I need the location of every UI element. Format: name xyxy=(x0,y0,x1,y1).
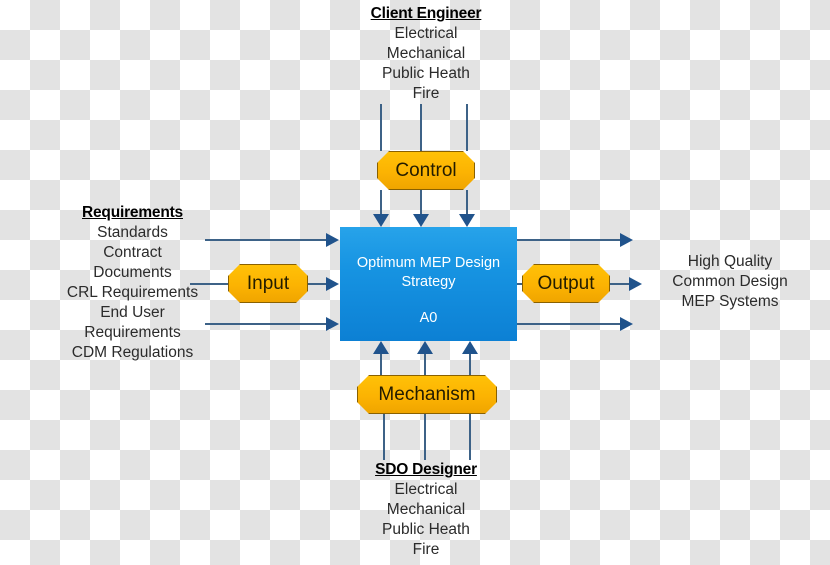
left-inputs-item-1: Contract xyxy=(103,244,162,261)
left-inputs-heading: Requirements xyxy=(82,204,183,221)
activity-code: A0 xyxy=(419,310,438,326)
input-arrow-head-top xyxy=(326,233,339,247)
mechanism-arrow-line-3 xyxy=(469,352,471,375)
callout-control-label: Control xyxy=(395,159,457,181)
mechanism-feed-line-1 xyxy=(383,414,385,460)
top-actor-text: Client Engineer Electrical Mechanical Pu… xyxy=(326,4,526,104)
callout-input[interactable]: Input xyxy=(228,264,308,303)
output-arrow-head-bottom xyxy=(620,317,633,331)
control-arrow-head-3 xyxy=(459,214,475,227)
control-feed-line-1 xyxy=(380,104,382,151)
output-arrow-line-top xyxy=(517,239,621,241)
left-inputs-item-6: CDM Regulations xyxy=(71,344,194,361)
left-inputs-item-2: Documents xyxy=(93,264,172,281)
output-arrow-head-top xyxy=(620,233,633,247)
top-actor-heading: Client Engineer xyxy=(370,5,482,22)
left-inputs-item-3: CRL Requirements xyxy=(66,284,199,301)
mechanism-arrow-line-1 xyxy=(380,352,382,375)
callout-mechanism-label: Mechanism xyxy=(378,383,476,405)
bottom-actor-text: SDO Designer Electrical Mechanical Publi… xyxy=(326,460,526,560)
control-arrow-head-2 xyxy=(413,214,429,227)
control-arrow-head-1 xyxy=(373,214,389,227)
right-outputs-text: High Quality Common Design MEP Systems xyxy=(640,252,820,312)
mechanism-arrow-head-2 xyxy=(417,341,433,354)
control-arrow-line-2 xyxy=(420,190,422,216)
input-arrow-line-middle xyxy=(307,283,327,285)
left-inputs-item-5: Requirements xyxy=(84,324,181,341)
left-inputs-item-0: Standards xyxy=(97,224,168,241)
left-inputs-text: Requirements Standards Contract Document… xyxy=(40,203,225,363)
right-outputs-item-0: High Quality xyxy=(687,253,773,270)
control-feed-line-2 xyxy=(420,104,422,151)
mechanism-arrow-line-2 xyxy=(424,352,426,375)
callout-output[interactable]: Output xyxy=(522,264,610,303)
bottom-actor-item-0: Electrical xyxy=(394,481,458,498)
top-actor-item-3: Fire xyxy=(412,85,440,102)
input-arrow-head-bottom xyxy=(326,317,339,331)
callout-input-label: Input xyxy=(246,272,290,294)
top-actor-item-2: Public Heath xyxy=(382,65,470,82)
callout-control[interactable]: Control xyxy=(377,151,475,190)
control-arrow-line-1 xyxy=(380,190,382,216)
right-outputs-item-2: MEP Systems xyxy=(681,293,779,310)
mechanism-feed-line-3 xyxy=(469,414,471,460)
activity-box-a0[interactable]: Optimum MEP Design Strategy A0 xyxy=(340,227,517,341)
control-feed-line-3 xyxy=(466,104,468,151)
bottom-actor-heading: SDO Designer xyxy=(375,461,477,478)
callout-output-label: Output xyxy=(537,272,595,294)
bottom-actor-item-3: Fire xyxy=(412,541,440,558)
callout-mechanism[interactable]: Mechanism xyxy=(357,375,497,414)
bottom-actor-item-2: Public Heath xyxy=(382,521,470,538)
mechanism-feed-line-2 xyxy=(424,414,426,460)
bottom-actor-item-1: Mechanical xyxy=(386,501,466,518)
activity-title-line-2: Strategy xyxy=(401,274,456,290)
output-arrow-line-middle xyxy=(608,283,630,285)
left-inputs-item-4: End User xyxy=(100,304,165,321)
input-arrow-head-middle xyxy=(326,277,339,291)
right-outputs-item-1: Common Design xyxy=(672,273,788,290)
activity-title-line-1: Optimum MEP Design xyxy=(356,255,501,271)
control-arrow-line-3 xyxy=(466,190,468,216)
mechanism-arrow-head-1 xyxy=(373,341,389,354)
diagram-canvas: Optimum MEP Design Strategy A0 Control M… xyxy=(0,0,830,565)
mechanism-arrow-head-3 xyxy=(462,341,478,354)
activity-title: Optimum MEP Design Strategy xyxy=(348,254,509,292)
top-actor-item-1: Mechanical xyxy=(386,45,466,62)
top-actor-item-0: Electrical xyxy=(394,25,458,42)
output-arrow-line-bottom xyxy=(517,323,621,325)
